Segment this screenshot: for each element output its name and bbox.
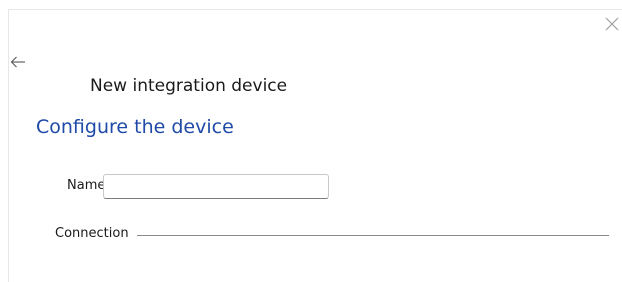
name-input[interactable] bbox=[103, 174, 329, 199]
back-arrow-icon bbox=[10, 56, 25, 68]
connection-section: Connection bbox=[55, 226, 609, 244]
dialog-title: New integration device bbox=[90, 76, 288, 96]
page-heading: Configure the device bbox=[36, 116, 234, 138]
connection-label: Connection bbox=[55, 226, 131, 241]
close-button[interactable] bbox=[604, 16, 620, 32]
name-label: Name bbox=[67, 178, 106, 193]
connection-divider bbox=[137, 235, 609, 236]
back-button[interactable] bbox=[10, 54, 26, 68]
close-icon bbox=[605, 17, 619, 31]
